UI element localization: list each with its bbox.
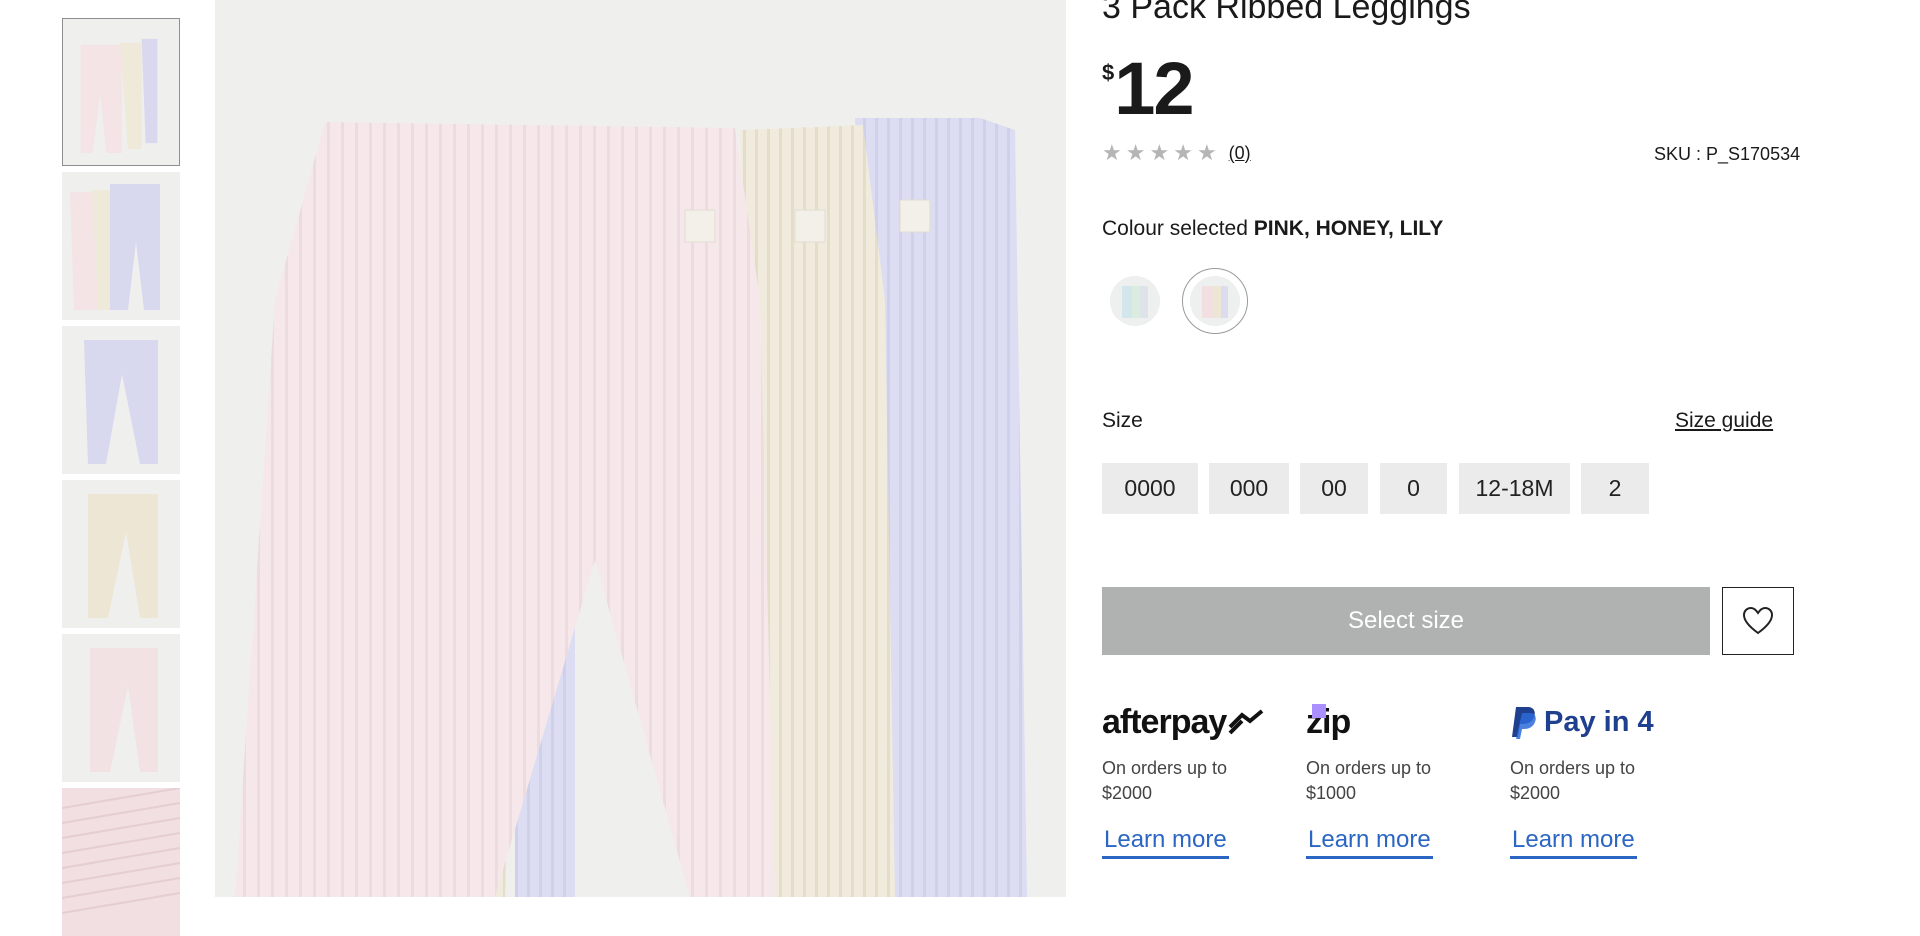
thumbnail-3[interactable] bbox=[62, 326, 180, 474]
fabric-detail-image bbox=[62, 788, 180, 936]
paypal-option: Pay in 4 On orders up to $2000 Learn mor… bbox=[1510, 700, 1700, 859]
swatch-blue-image bbox=[1110, 276, 1160, 326]
colour-selected-label: Colour selected PINK, HONEY, LILY bbox=[1102, 217, 1443, 241]
colour-swatch-2[interactable] bbox=[1190, 276, 1240, 326]
price-amount: 12 bbox=[1114, 47, 1194, 130]
leggings-lily-image bbox=[62, 326, 180, 474]
afterpay-desc-line2: $2000 bbox=[1102, 783, 1153, 803]
leggings-honey-image bbox=[62, 480, 180, 628]
product-title: 3 Pack Ribbed Leggings bbox=[1102, 0, 1471, 26]
price-currency: $ bbox=[1102, 60, 1115, 85]
zip-logo: zip bbox=[1306, 700, 1496, 744]
afterpay-desc-line1: On orders up to bbox=[1102, 758, 1228, 778]
star-icon: ★ bbox=[1149, 140, 1170, 165]
afterpay-option: afterpay On orders up to $2000 Learn mor… bbox=[1102, 700, 1292, 859]
afterpay-brand: afterpay bbox=[1102, 702, 1227, 741]
colour-selected-value: PINK, HONEY, LILY bbox=[1253, 217, 1444, 240]
size-option-2[interactable]: 2 bbox=[1581, 463, 1649, 514]
thumbnail-1[interactable] bbox=[62, 18, 180, 166]
paypal-desc-line2: $2000 bbox=[1510, 783, 1561, 803]
afterpay-desc: On orders up to $2000 bbox=[1102, 756, 1252, 806]
zip-option: zip On orders up to $1000 Learn more bbox=[1306, 700, 1496, 859]
afterpay-arrows-icon bbox=[1228, 709, 1264, 735]
size-option-12-18m[interactable]: 12-18M bbox=[1459, 463, 1570, 514]
rating-row[interactable]: ★ ★ ★ ★ ★ (0) bbox=[1102, 142, 1251, 164]
paypal-icon bbox=[1512, 707, 1536, 739]
leggings-fanned-image bbox=[62, 172, 180, 320]
colour-label-prefix: Colour selected bbox=[1102, 217, 1248, 240]
star-icon: ★ bbox=[1173, 140, 1193, 165]
wishlist-button[interactable] bbox=[1722, 587, 1794, 655]
star-icon: ★ bbox=[1196, 140, 1217, 165]
zip-desc: On orders up to $1000 bbox=[1306, 756, 1456, 806]
leggings-pink-image bbox=[62, 634, 180, 782]
size-label: Size bbox=[1102, 409, 1143, 432]
size-guide-link[interactable]: Size guide bbox=[1675, 409, 1773, 433]
paypal-pay-in-4: Pay in 4 bbox=[1544, 705, 1654, 738]
sku-text: SKU : P_S170534 bbox=[1654, 144, 1801, 164]
paypal-desc-line1: On orders up to bbox=[1510, 758, 1636, 778]
afterpay-learn-more-link[interactable]: Learn more bbox=[1102, 826, 1229, 859]
paypal-desc: On orders up to $2000 bbox=[1510, 756, 1660, 806]
zip-learn-more-link[interactable]: Learn more bbox=[1306, 826, 1433, 859]
leggings-main-image bbox=[215, 0, 1066, 897]
paypal-learn-more-link[interactable]: Learn more bbox=[1510, 826, 1637, 859]
swatch-pink-image bbox=[1190, 276, 1240, 326]
thumbnail-5[interactable] bbox=[62, 634, 180, 782]
colour-swatch-1[interactable] bbox=[1110, 276, 1160, 326]
zip-desc-line2: $1000 bbox=[1306, 783, 1357, 803]
zip-accent-icon bbox=[1312, 704, 1327, 718]
main-product-image[interactable] bbox=[215, 0, 1066, 897]
thumbnail-6[interactable] bbox=[62, 788, 180, 936]
star-icon: ★ bbox=[1125, 140, 1146, 165]
afterpay-logo: afterpay bbox=[1102, 700, 1292, 744]
leggings-three-pack-image bbox=[63, 19, 179, 165]
product-price: $ 12 bbox=[1102, 47, 1195, 130]
size-option-00[interactable]: 00 bbox=[1300, 463, 1368, 514]
thumbnail-2[interactable] bbox=[62, 172, 180, 320]
thumbnail-4[interactable] bbox=[62, 480, 180, 628]
star-icon: ★ bbox=[1102, 140, 1122, 165]
reviews-link[interactable]: (0) bbox=[1229, 143, 1251, 164]
zip-desc-line1: On orders up to bbox=[1306, 758, 1432, 778]
size-option-0[interactable]: 0 bbox=[1380, 463, 1447, 514]
paypal-logo: Pay in 4 bbox=[1510, 700, 1700, 744]
select-size-button[interactable]: Select size bbox=[1102, 587, 1710, 655]
size-option-000[interactable]: 000 bbox=[1209, 463, 1289, 514]
heart-icon bbox=[1743, 607, 1773, 635]
size-option-0000[interactable]: 0000 bbox=[1102, 463, 1198, 514]
